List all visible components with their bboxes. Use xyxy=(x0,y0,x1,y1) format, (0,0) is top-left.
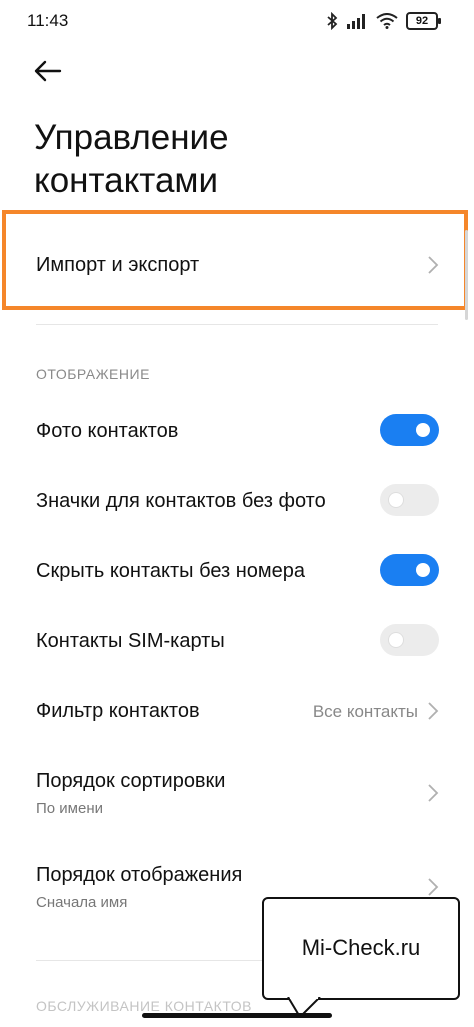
filter-label: Фильтр контактов xyxy=(36,700,200,722)
sort-order-item[interactable]: Порядок сортировки По имени xyxy=(0,758,474,828)
filter-contacts-item[interactable]: Фильтр контактов Все контакты xyxy=(0,688,474,738)
sort-order-label: Порядок сортировки xyxy=(36,770,226,792)
wifi-icon xyxy=(376,13,398,29)
chevron-right-icon xyxy=(428,784,439,802)
battery-icon: 92 xyxy=(406,12,441,30)
toggle-switch-off[interactable] xyxy=(380,624,439,656)
highlight-frame xyxy=(2,210,468,310)
chevron-right-icon xyxy=(428,702,439,720)
watermark-text: Mi-Check.ru xyxy=(301,935,421,960)
section-header-maintenance: ОБСЛУЖИВАНИЕ КОНТАКТОВ xyxy=(36,998,252,1014)
toggle-switch-on[interactable] xyxy=(380,554,439,586)
toggle-switch-on[interactable] xyxy=(380,414,439,446)
divider xyxy=(36,324,438,325)
page-title-line2: контактами xyxy=(34,161,219,200)
setting-row-contact-photos[interactable]: Фото контактов xyxy=(0,408,474,458)
scrollbar[interactable] xyxy=(465,230,468,320)
toggle-knob xyxy=(389,493,403,507)
page-title-line1: Управление xyxy=(34,118,229,157)
toggle-switch-off[interactable] xyxy=(380,484,439,516)
setting-row-sim-contacts[interactable]: Контакты SIM-карты xyxy=(0,618,474,668)
setting-row-hide-without-number[interactable]: Скрыть контакты без номера xyxy=(0,548,474,598)
watermark-bubble: Mi-Check.ru xyxy=(262,897,460,1000)
signal-icon xyxy=(347,14,365,29)
chevron-right-icon xyxy=(428,878,439,896)
sort-order-value: По имени xyxy=(36,800,103,817)
setting-label: Контакты SIM-карты xyxy=(36,630,225,652)
section-header-display: ОТОБРАЖЕНИЕ xyxy=(36,366,150,382)
filter-value: Все контакты xyxy=(312,702,418,721)
display-order-label: Порядок отображения xyxy=(36,864,243,886)
page-title: Управление контактами xyxy=(34,116,229,202)
toggle-knob xyxy=(389,633,403,647)
status-icons: 92 xyxy=(326,12,441,30)
bluetooth-icon xyxy=(327,12,338,30)
status-bar: 11:43 92 xyxy=(0,0,474,44)
setting-row-badges-without-photo[interactable]: Значки для контактов без фото xyxy=(0,478,474,528)
display-order-value: Сначала имя xyxy=(36,894,128,911)
home-indicator[interactable] xyxy=(142,1013,332,1018)
toggle-knob xyxy=(416,423,430,437)
toggle-knob xyxy=(416,563,430,577)
setting-label: Значки для контактов без фото xyxy=(36,490,326,512)
status-time: 11:43 xyxy=(27,11,69,30)
setting-label: Скрыть контакты без номера xyxy=(36,560,306,582)
back-arrow-icon[interactable] xyxy=(32,56,64,86)
setting-label: Фото контактов xyxy=(36,420,179,442)
